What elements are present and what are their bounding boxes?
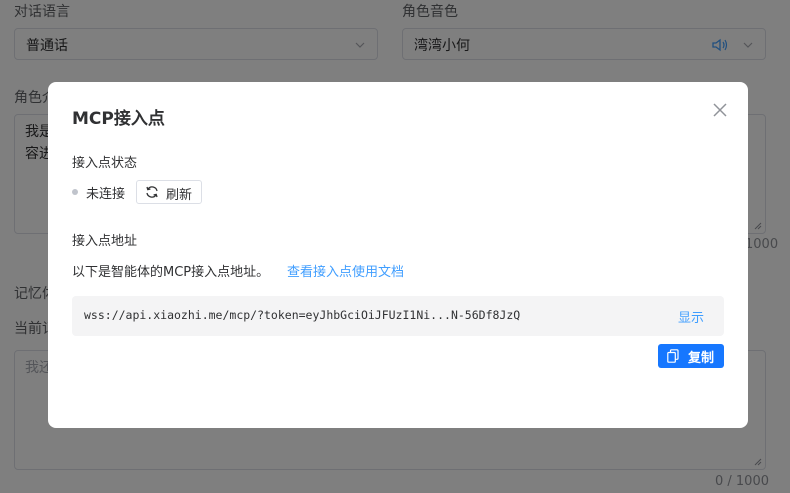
address-description: 以下是智能体的MCP接入点地址。 (72, 265, 270, 280)
copy-button[interactable]: 复制 (658, 344, 724, 368)
address-section-title: 接入点地址 (72, 234, 138, 249)
refresh-button[interactable]: 刷新 (136, 180, 202, 204)
copy-icon (667, 349, 679, 363)
status-text: 未连接 (86, 187, 126, 202)
status-section-title: 接入点状态 (72, 156, 138, 171)
mcp-endpoint-dialog: MCP接入点 接入点状态 未连接 刷新 接入点地址 以下是智能体的MCP接入点地… (48, 82, 748, 428)
close-icon[interactable] (712, 102, 728, 118)
usage-doc-link[interactable]: 查看接入点使用文档 (287, 261, 404, 280)
dialog-title: MCP接入点 (72, 109, 165, 129)
refresh-label: 刷新 (166, 188, 193, 203)
endpoint-address-box: wss://api.xiaozhi.me/mcp/?token=eyJhbGci… (72, 296, 724, 336)
show-token-button[interactable]: 显示 (678, 307, 704, 326)
status-dot (72, 189, 78, 195)
refresh-icon (146, 186, 158, 198)
endpoint-address: wss://api.xiaozhi.me/mcp/?token=eyJhbGci… (84, 308, 521, 322)
copy-label: 复制 (688, 351, 715, 366)
